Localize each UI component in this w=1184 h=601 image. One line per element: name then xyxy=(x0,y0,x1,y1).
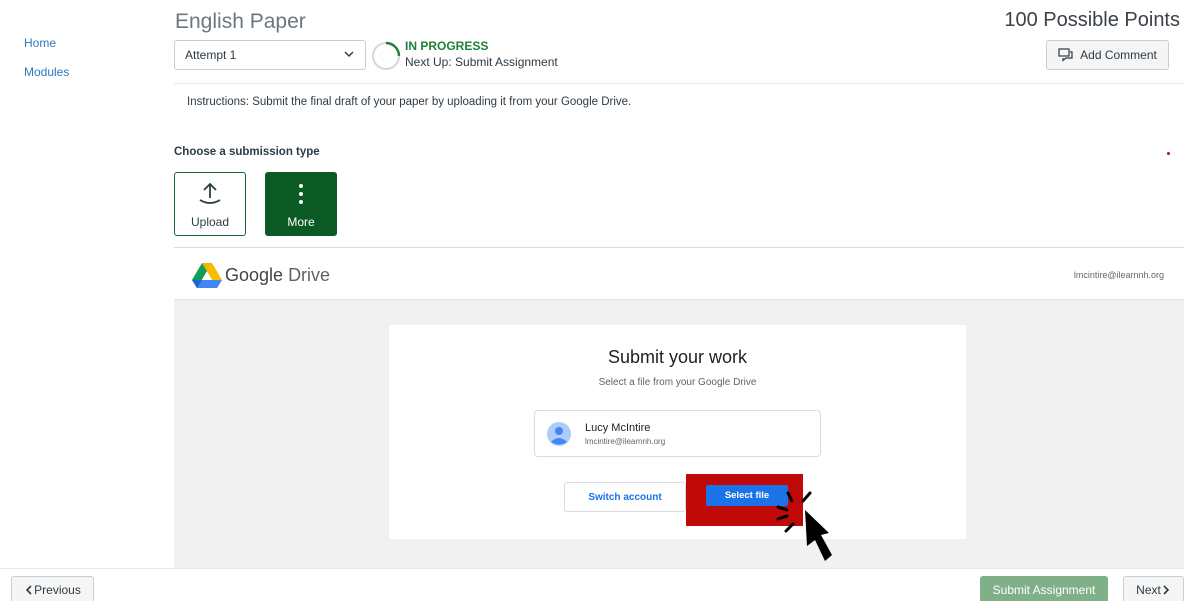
instructions-text: Instructions: Submit the final draft of … xyxy=(187,96,632,108)
account-name: Lucy McIntire xyxy=(585,422,651,434)
assignment-title: English Paper xyxy=(175,10,306,33)
add-comment-label: Add Comment xyxy=(1080,48,1157,62)
previous-button[interactable]: Previous xyxy=(11,576,94,601)
status-text: IN PROGRESS xyxy=(405,39,489,53)
nav-home-link[interactable]: Home xyxy=(24,36,56,50)
comment-icon xyxy=(1058,48,1073,62)
attempt-select-value: Attempt 1 xyxy=(185,48,237,62)
account-box: Lucy McIntire lmcintire@ilearnnh.org xyxy=(534,410,821,457)
previous-label: Previous xyxy=(34,582,81,597)
submit-assignment-button[interactable]: Submit Assignment xyxy=(980,576,1108,601)
more-type-button[interactable]: More xyxy=(265,172,337,236)
upload-type-label: Upload xyxy=(190,215,230,229)
chevron-right-icon xyxy=(1163,584,1169,595)
submit-work-card: Submit your work Select a file from your… xyxy=(389,325,966,539)
drive-brand: Google Drive xyxy=(225,265,330,286)
nav-modules-link[interactable]: Modules xyxy=(24,65,69,79)
click-pointer-icon xyxy=(776,491,832,561)
more-vertical-icon xyxy=(299,184,303,204)
google-drive-frame: Google Drive lmcintire@ilearnnh.org Subm… xyxy=(174,247,1184,568)
account-email: lmcintire@ilearnnh.org xyxy=(585,437,666,446)
submit-work-title: Submit your work xyxy=(607,347,748,367)
drive-header: Google Drive lmcintire@ilearnnh.org xyxy=(174,248,1184,300)
add-comment-button[interactable]: Add Comment xyxy=(1046,40,1169,70)
more-type-label: More xyxy=(287,215,315,229)
avatar-icon xyxy=(547,422,571,446)
progress-ring-icon xyxy=(372,41,401,70)
drive-brand-drive: Drive xyxy=(288,265,331,285)
footer-divider xyxy=(0,568,1184,569)
google-drive-logo-icon xyxy=(192,263,222,288)
drive-brand-google: Google xyxy=(225,265,284,285)
required-indicator xyxy=(1167,152,1170,155)
next-up-text: Next Up: Submit Assignment xyxy=(405,55,558,69)
possible-points: 100 Possible Points xyxy=(1004,9,1180,31)
submit-work-subtitle: Select a file from your Google Drive xyxy=(598,377,757,388)
attempt-select[interactable]: Attempt 1 xyxy=(174,40,366,70)
upload-type-button[interactable]: Upload xyxy=(174,172,246,236)
upload-icon xyxy=(199,182,221,204)
switch-account-button[interactable]: Switch account xyxy=(564,482,686,512)
header-divider xyxy=(174,83,1184,84)
drive-header-email: lmcintire@ilearnnh.org xyxy=(1073,270,1164,280)
chevron-down-icon xyxy=(344,51,354,57)
next-button[interactable]: Next xyxy=(1123,576,1184,601)
next-label: Next xyxy=(1136,582,1161,597)
submission-type-label: Choose a submission type xyxy=(174,146,320,158)
chevron-left-icon xyxy=(26,584,32,595)
